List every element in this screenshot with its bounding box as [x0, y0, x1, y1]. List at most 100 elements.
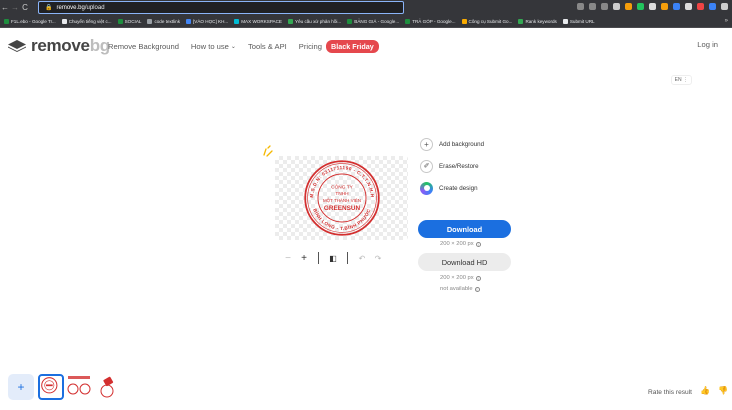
bookmark-item[interactable]: F1L.ebo - Google Tr... — [4, 18, 56, 24]
info-icon[interactable]: i — [475, 241, 481, 247]
download-resolution: 200 × 200 px i — [440, 241, 481, 247]
compare-icon[interactable]: ◧ — [325, 254, 341, 263]
black-friday-badge[interactable]: Black Friday — [326, 40, 379, 53]
extension-icon[interactable] — [589, 3, 596, 10]
login-link[interactable]: Log in — [697, 40, 718, 49]
extension-icon[interactable] — [685, 3, 692, 10]
removebg-logo[interactable]: removebg — [8, 36, 110, 56]
bookmark-icon — [234, 18, 240, 24]
stamp-tool-thumbnail-icon — [100, 376, 114, 398]
reload-icon[interactable]: C — [20, 3, 30, 12]
bookmark-icon — [61, 18, 67, 24]
nav-remove-background[interactable]: Remove Background — [108, 42, 179, 51]
bookmark-item[interactable]: [VÀO HỌC] KH... — [186, 18, 228, 24]
bookmark-item[interactable]: Công cụ Submit Go... — [461, 18, 513, 24]
undo-icon[interactable]: ↶ — [354, 254, 370, 263]
bookmark-label: SOCIAL — [124, 18, 142, 24]
bookmark-item[interactable]: Rank keywords — [518, 18, 557, 24]
stamp-line4: GREENSUN — [324, 205, 361, 212]
info-icon[interactable]: i — [475, 275, 481, 281]
stamp-thumbnail-icon — [41, 377, 58, 394]
stamp-line1: CÔNG TY — [331, 183, 354, 190]
add-background-option[interactable]: + Add background — [420, 137, 484, 151]
create-design-option[interactable]: Create design — [420, 181, 484, 195]
download-hd-resolution: 200 × 200 px i — [440, 275, 481, 281]
bookmark-icon — [288, 18, 293, 24]
puzzle-icon[interactable] — [721, 3, 728, 10]
bookmarks-overflow-icon[interactable]: » — [725, 18, 728, 24]
bookmark-label: TRẢ GÓP - Google... — [412, 18, 456, 24]
bookmark-label: code textlink — [154, 18, 180, 24]
edit-options: + Add background ✐ Erase/Restore Create … — [420, 137, 484, 203]
nav-how-to-use[interactable]: How to use ⌄ — [191, 42, 236, 51]
language-selector[interactable]: EN ⋮ — [670, 75, 692, 85]
bookmark-label: Công cụ Submit Go... — [468, 18, 513, 24]
bookmark-item[interactable]: TRẢ GÓP - Google... — [405, 18, 456, 24]
download-button[interactable]: Download — [418, 220, 511, 238]
bookmark-icon — [4, 18, 9, 24]
erase-restore-option[interactable]: ✐ Erase/Restore — [420, 159, 484, 173]
plus-icon: + — [420, 137, 433, 151]
extension-icon[interactable] — [697, 3, 704, 10]
extension-icon[interactable] — [613, 3, 620, 10]
zoom-out-icon[interactable]: − — [280, 253, 296, 264]
bookmark-label: Rank keywords — [525, 18, 557, 24]
bookmark-icon — [461, 18, 467, 24]
nav-tools-api[interactable]: Tools & API — [248, 42, 287, 51]
extension-icon[interactable] — [661, 3, 668, 10]
design-icon — [420, 181, 433, 195]
extension-icon[interactable] — [637, 3, 644, 10]
erase-restore-label: Erase/Restore — [439, 162, 479, 170]
divider — [318, 252, 319, 264]
extension-icon[interactable] — [709, 3, 716, 10]
bookmark-icon — [518, 18, 524, 24]
create-design-label: Create design — [439, 184, 478, 192]
bookmark-item[interactable]: code textlink — [147, 18, 180, 24]
thumbs-down-icon[interactable]: 👎 — [718, 386, 728, 395]
thumbnail-stamp-tool[interactable] — [94, 374, 120, 400]
bookmark-label: Submit URL — [569, 18, 595, 24]
bookmark-item[interactable]: BẢNG GIÁ - Google... — [347, 18, 399, 24]
thumbs-up-icon[interactable]: 👍 — [700, 386, 710, 395]
bookmark-label: Chuyển tiếng việt c... — [68, 18, 112, 24]
browser-toolbar: ← → C 🔒 remove.bg/upload — [0, 0, 732, 15]
bookmark-icon — [186, 18, 191, 24]
logo-icon — [8, 40, 26, 52]
bookmark-item[interactable]: Chuyển tiếng việt c... — [61, 18, 112, 24]
lock-icon: 🔒 — [45, 5, 53, 11]
add-image-button[interactable]: + — [8, 374, 34, 400]
bookmark-item[interactable]: SOCIAL — [117, 18, 142, 24]
bookmark-icon — [117, 18, 123, 24]
bookmark-item[interactable]: Submit URL — [562, 18, 595, 24]
brush-icon: ✐ — [420, 159, 433, 173]
thumbnail-stamps[interactable] — [66, 374, 92, 400]
download-hd-button[interactable]: Download HD — [418, 253, 511, 271]
editor-controls: − + ◧ ↶ ↷ — [280, 251, 405, 265]
image-preview[interactable]: M.S.D.N: 0311711190 - C.T.T.N.H.H BÌNH L… — [275, 156, 408, 240]
forward-icon[interactable]: → — [10, 3, 20, 12]
extension-icon[interactable] — [625, 3, 632, 10]
extension-icon[interactable] — [577, 3, 584, 10]
rate-result-label: Rate this result — [648, 389, 692, 396]
thumbnail-stamp-active[interactable] — [38, 374, 64, 400]
chevron-down-icon: ⌄ — [230, 44, 236, 50]
bookmark-label: Yêu cầu xử phản hồi... — [295, 18, 342, 24]
address-bar[interactable]: 🔒 remove.bg/upload — [38, 1, 404, 14]
logo-text: removebg — [31, 36, 110, 55]
bookmark-item[interactable]: Yêu cầu xử phản hồi... — [288, 18, 342, 24]
extension-icons — [577, 3, 728, 10]
info-icon[interactable]: i — [474, 286, 480, 292]
extension-icon[interactable] — [673, 3, 680, 10]
bookmarks-bar: F1L.ebo - Google Tr... Chuyển tiếng việt … — [0, 15, 732, 28]
add-background-label: Add background — [439, 140, 485, 148]
back-icon[interactable]: ← — [0, 3, 10, 12]
nav-pricing[interactable]: Pricing — [299, 42, 322, 51]
bookmark-item[interactable]: MAX WORKSPACE — [234, 18, 282, 24]
redo-icon[interactable]: ↷ — [370, 254, 386, 263]
rating-buttons: 👍 👎 — [700, 386, 728, 395]
bookmark-label: F1L.ebo - Google Tr... — [11, 18, 56, 24]
extension-icon[interactable] — [649, 3, 656, 10]
zoom-in-icon[interactable]: + — [296, 253, 312, 264]
stamps-thumbnail-icon — [67, 376, 91, 395]
star-icon[interactable] — [601, 3, 608, 10]
